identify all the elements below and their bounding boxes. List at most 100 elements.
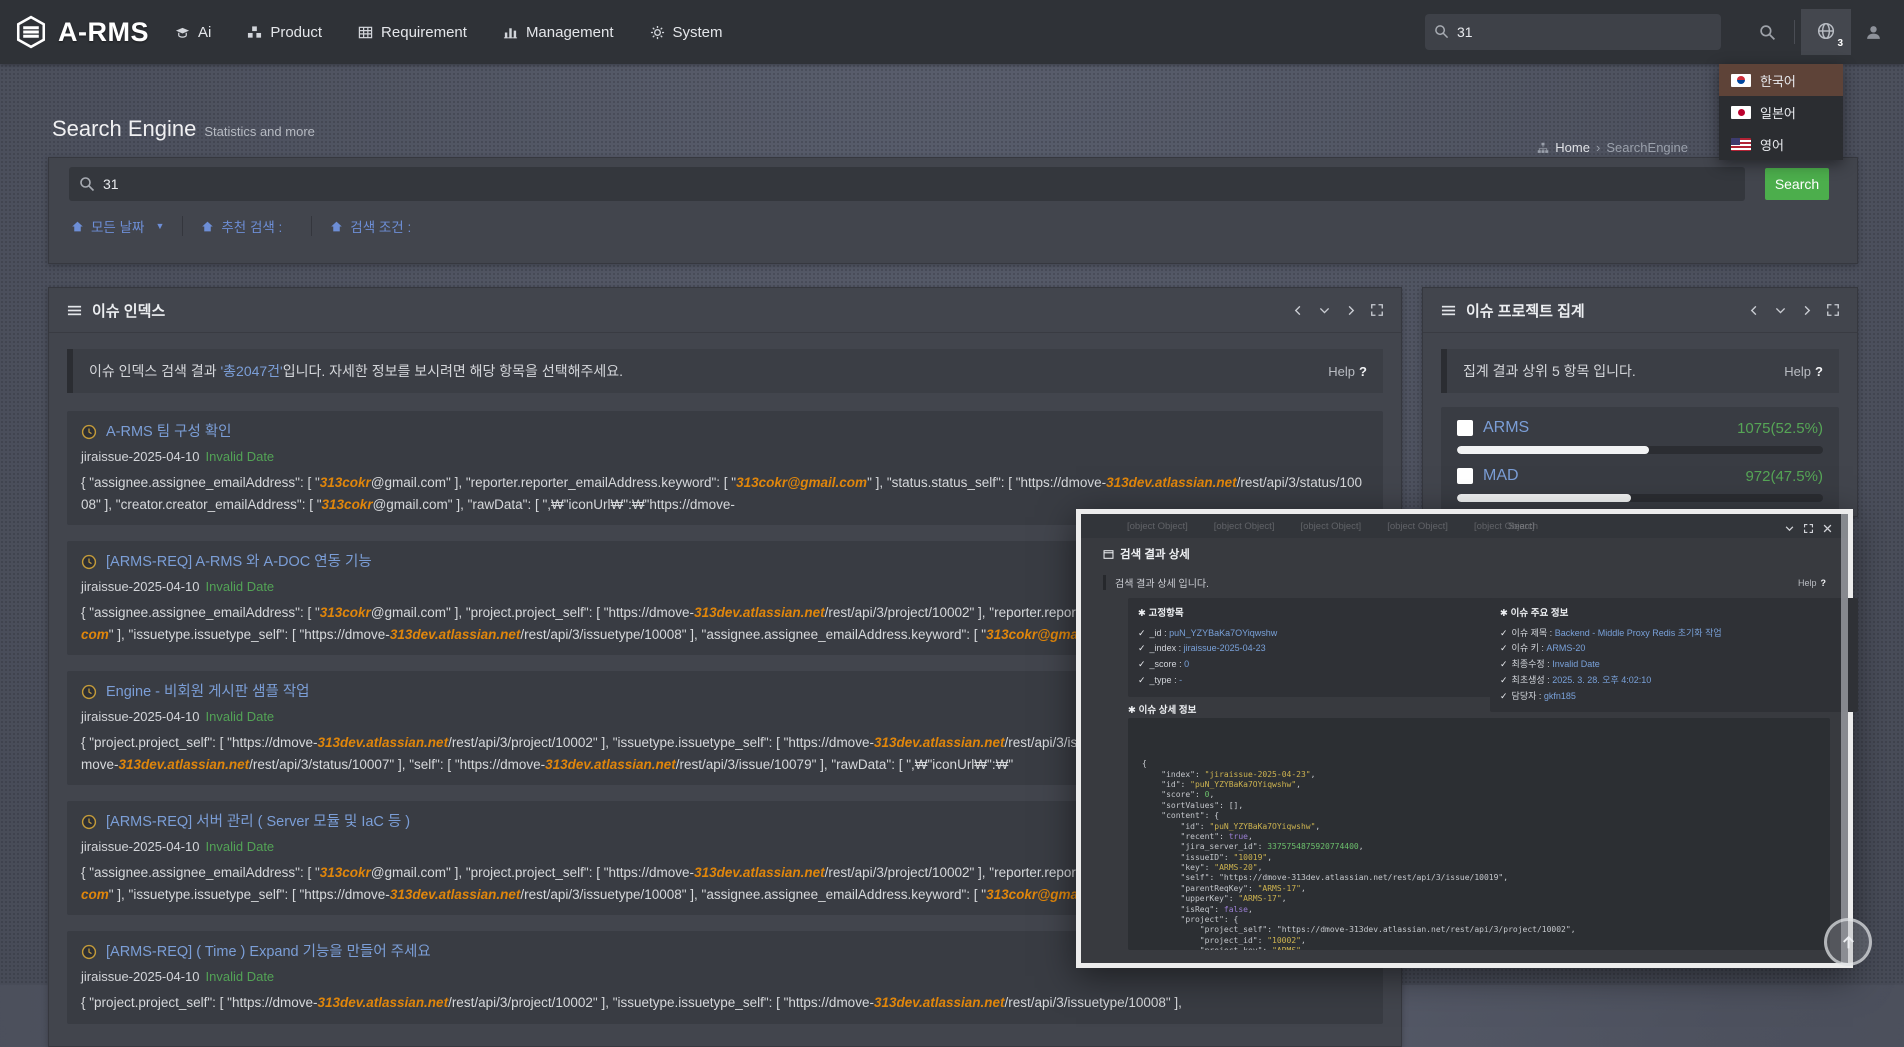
issue-title-link[interactable]: [ARMS-REQ] A-RMS 와 A-DOC 연동 기능 bbox=[106, 551, 372, 573]
check-icon: ✓ bbox=[1500, 659, 1508, 669]
language-option[interactable]: 영어 bbox=[1719, 128, 1843, 160]
page-title-text: Search Engine bbox=[52, 116, 196, 141]
detail-section-title: ✱ 이슈 상세 정보 bbox=[1128, 702, 1196, 716]
expand-icon[interactable] bbox=[1827, 304, 1839, 316]
breadcrumb-home[interactable]: Home bbox=[1555, 140, 1590, 155]
filter-label: 검색 조건 : bbox=[350, 216, 411, 236]
language-option[interactable]: 한국어 bbox=[1719, 64, 1843, 96]
issue-clock-icon bbox=[81, 424, 97, 440]
nav-item-label: Management bbox=[526, 24, 614, 41]
nav-item-icon bbox=[247, 25, 262, 40]
field-row: ✓이슈 제목 : Backend - Middle Proxy Redis 초기… bbox=[1500, 626, 1848, 642]
nav-search-button[interactable] bbox=[1747, 14, 1788, 51]
search-panel: Search 모든 날짜 ▼ 추천 검색 : 검색 조건 : bbox=[48, 157, 1858, 264]
issue-title-link[interactable]: A-RMS 팀 구성 확인 bbox=[106, 421, 232, 443]
expand-icon[interactable] bbox=[1371, 304, 1383, 316]
modal-ghost-nav: [object Object] [object Object] [object Ob… bbox=[1081, 514, 1848, 538]
language-label: 일본어 bbox=[1760, 103, 1796, 122]
language-label: 영어 bbox=[1760, 135, 1784, 154]
help-link[interactable]: Help? bbox=[1328, 364, 1367, 379]
help-link[interactable]: Help? bbox=[1798, 578, 1826, 588]
hamburger-icon bbox=[1441, 303, 1456, 318]
nav-item-icon bbox=[175, 25, 190, 40]
scroll-to-top-button[interactable] bbox=[1824, 918, 1872, 966]
chevron-down-icon[interactable] bbox=[1319, 305, 1330, 316]
flag-icon bbox=[1731, 74, 1751, 87]
search-filter[interactable]: 추천 검색 : bbox=[182, 216, 293, 236]
main-search-input[interactable] bbox=[69, 167, 1745, 201]
chevron-left-icon[interactable] bbox=[1749, 305, 1760, 316]
field-row: ✓담당자 : gkfn185 bbox=[1500, 689, 1848, 705]
chevron-left-icon[interactable] bbox=[1293, 305, 1304, 316]
user-button[interactable] bbox=[1851, 14, 1888, 51]
issue-index-date: jiraissue-2025-04-10 bbox=[81, 449, 200, 464]
issue-index-header: 이슈 인덱스 bbox=[49, 288, 1401, 333]
nav-search-input[interactable] bbox=[1425, 14, 1721, 50]
home-icon bbox=[71, 220, 84, 233]
modal-summary: 검색 결과 상세 입니다. Help? bbox=[1103, 575, 1826, 590]
nav-item[interactable]: Ai bbox=[175, 24, 211, 41]
language-option[interactable]: 일본어 bbox=[1719, 96, 1843, 128]
code-line: "key": "ARMS-20", bbox=[1142, 863, 1816, 873]
issue-clock-icon bbox=[81, 684, 97, 700]
app-logo[interactable]: A-RMS bbox=[0, 15, 175, 49]
breadcrumb-current: SearchEngine bbox=[1606, 140, 1688, 155]
nav-right: 3 bbox=[1425, 9, 1904, 55]
nav-item[interactable]: Requirement bbox=[358, 24, 467, 41]
project-label[interactable]: MAD bbox=[1483, 467, 1519, 485]
chevron-down-icon[interactable] bbox=[1775, 305, 1786, 316]
expand-icon[interactable] bbox=[1804, 524, 1813, 533]
help-link[interactable]: Help? bbox=[1784, 364, 1823, 379]
user-icon bbox=[1865, 24, 1882, 41]
chevron-right-icon[interactable] bbox=[1801, 305, 1812, 316]
chevron-right-icon[interactable] bbox=[1345, 305, 1356, 316]
nav-item-label: Ai bbox=[198, 24, 211, 41]
close-icon[interactable] bbox=[1823, 524, 1832, 533]
nav-item[interactable]: Management bbox=[503, 24, 614, 41]
language-button[interactable]: 3 bbox=[1801, 9, 1851, 55]
nav-divider bbox=[1794, 20, 1795, 44]
issue-invalid-date: Invalid Date bbox=[206, 709, 275, 724]
ghost-nav-item: [object Object] bbox=[1127, 521, 1188, 532]
issue-title-link[interactable]: [ARMS-REQ] 서버 관리 ( Server 모듈 및 IaC 등 ) bbox=[106, 811, 410, 833]
search-filter[interactable]: 모든 날짜 ▼ bbox=[71, 216, 164, 236]
checkbox[interactable] bbox=[1457, 468, 1473, 484]
modal-title: 검색 결과 상세 bbox=[1103, 546, 1848, 562]
check-icon: ✓ bbox=[1500, 691, 1508, 701]
search-filter[interactable]: 검색 조건 : bbox=[311, 216, 422, 236]
sitemap-icon bbox=[1537, 142, 1549, 154]
issue-title-link[interactable]: [ARMS-REQ] ( Time ) Expand 기능을 만들어 주세요 bbox=[106, 941, 431, 963]
issue-title-link[interactable]: Engine - 비회원 게시판 샘플 작업 bbox=[106, 681, 310, 703]
project-label[interactable]: ARMS bbox=[1483, 419, 1529, 437]
field-row: ✓이슈 키 : ARMS-20 bbox=[1500, 641, 1848, 657]
globe-icon bbox=[1817, 22, 1835, 40]
code-line: { bbox=[1142, 759, 1816, 769]
nav-item[interactable]: System bbox=[650, 24, 723, 41]
filter-label: 모든 날짜 bbox=[91, 216, 144, 236]
field-row: ✓_score : 0 bbox=[1138, 657, 1488, 673]
summary-count: '총2047건' bbox=[220, 363, 282, 379]
checkbox[interactable] bbox=[1457, 420, 1473, 436]
issue-index-date: jiraissue-2025-04-10 bbox=[81, 709, 200, 724]
search-button[interactable]: Search bbox=[1765, 168, 1829, 200]
page-title: Search EngineStatistics and more bbox=[52, 116, 315, 142]
modal-controls bbox=[1785, 524, 1832, 533]
check-icon: ✓ bbox=[1138, 628, 1146, 638]
check-icon: ✓ bbox=[1500, 675, 1508, 685]
panel-controls bbox=[1749, 304, 1839, 316]
issue-detail-json: { "index": "jiraissue-2025-04-23", "id":… bbox=[1128, 718, 1830, 950]
top-nav: A-RMS Ai Product Requirement Management … bbox=[0, 0, 1904, 64]
issue-aggregate-panel: 이슈 프로젝트 집계 집계 결과 상위 5 항목 입니다. Help? ARMS… bbox=[1422, 287, 1858, 517]
ghost-nav-item: [object Object] bbox=[1214, 521, 1275, 532]
code-line: "project_self": "https://dmove-313dev.at… bbox=[1142, 925, 1816, 935]
aggregate-row: ARMS 1075(52.5%) bbox=[1457, 419, 1823, 454]
code-line: "id": "puN_YZYBaKa7OYiqwshw", bbox=[1142, 822, 1816, 832]
ghost-nav-item: [object Object] bbox=[1387, 521, 1448, 532]
chevron-down-icon[interactable] bbox=[1785, 524, 1794, 533]
card-title: ✱ 고정항목 bbox=[1138, 606, 1488, 623]
issue-meta: jiraissue-2025-04-10Invalid Date bbox=[81, 447, 1369, 466]
issue-invalid-date: Invalid Date bbox=[206, 839, 275, 854]
aggregate-summary: 집계 결과 상위 5 항목 입니다. Help? bbox=[1441, 349, 1839, 393]
nav-item[interactable]: Product bbox=[247, 24, 322, 41]
code-line: "id": "puN_YZYBaKa7OYiqwshw", bbox=[1142, 780, 1816, 790]
